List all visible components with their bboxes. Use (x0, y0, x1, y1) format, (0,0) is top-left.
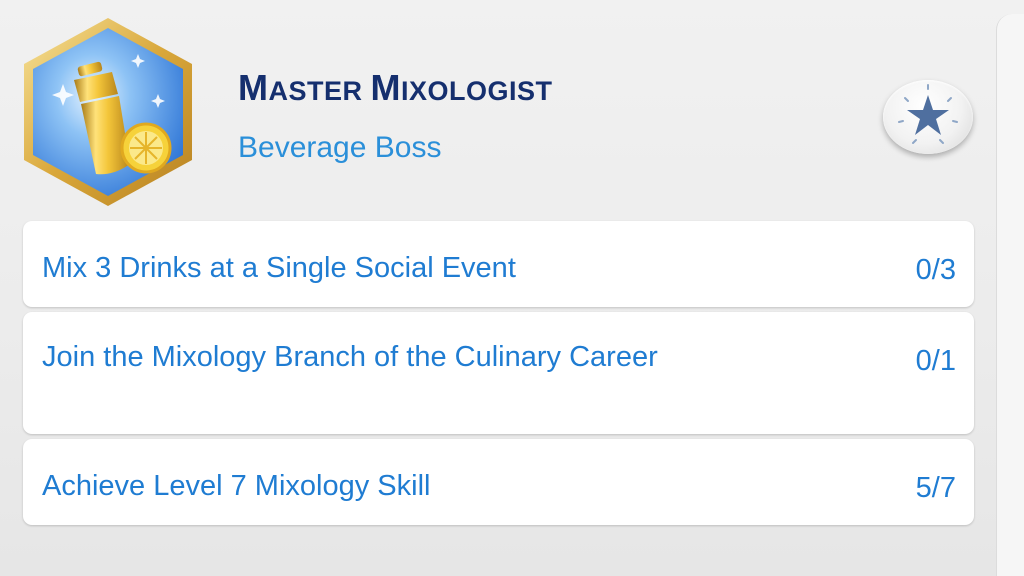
aspiration-title: MASTER MIXOLOGIST (238, 67, 553, 108)
scrollbar-track[interactable] (996, 14, 1024, 576)
task-row[interactable]: Mix 3 Drinks at a Single Social Event 0/… (23, 221, 974, 307)
star-button[interactable] (883, 80, 973, 154)
task-label: Achieve Level 7 Mixology Skill (42, 470, 431, 502)
task-label: Mix 3 Drinks at a Single Social Event (42, 252, 516, 284)
aspiration-badge (18, 14, 198, 210)
task-progress: 0/1 (915, 345, 956, 377)
task-label: Join the Mixology Branch of the Culinary… (42, 341, 658, 373)
task-row[interactable]: Achieve Level 7 Mixology Skill 5/7 (23, 439, 974, 525)
task-row[interactable]: Join the Mixology Branch of the Culinary… (23, 312, 974, 434)
task-progress: 5/7 (915, 472, 956, 504)
star-icon (898, 84, 958, 144)
cocktail-shaker-lemon-icon (24, 18, 192, 206)
aspiration-subtitle: Beverage Boss (238, 131, 442, 164)
task-progress: 0/3 (915, 254, 956, 286)
